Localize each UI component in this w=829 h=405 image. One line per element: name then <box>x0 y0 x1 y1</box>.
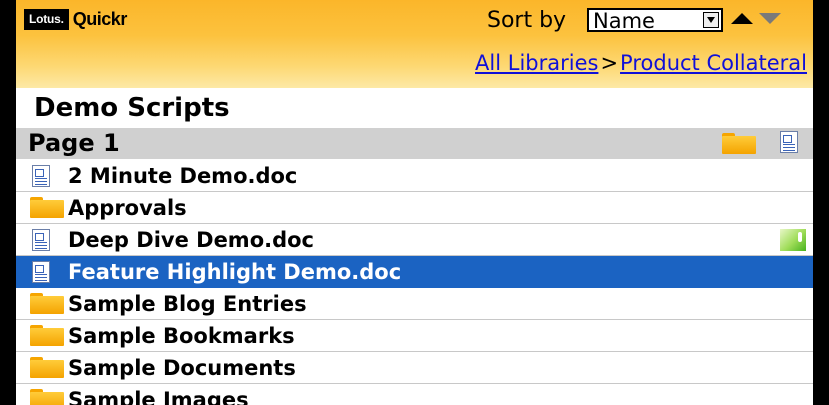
item-name: 2 Minute Demo.doc <box>68 164 298 188</box>
new-document-icon[interactable] <box>780 131 798 153</box>
new-folder-icon[interactable] <box>722 133 756 154</box>
item-name: Sample Documents <box>68 356 296 380</box>
breadcrumb-product-collateral[interactable]: Product Collateral <box>620 51 807 75</box>
breadcrumb-separator: > <box>600 51 619 75</box>
item-name: Approvals <box>68 196 187 220</box>
item-name: Sample Images <box>68 388 249 405</box>
page-title: Demo Scripts <box>34 93 230 123</box>
list-item-selected[interactable]: Feature Highlight Demo.doc <box>16 256 813 288</box>
chevron-down-icon[interactable] <box>703 12 719 28</box>
lotus-quickr-logo: Lotus. Quickr <box>24 8 127 30</box>
sort-value: Name <box>593 9 655 33</box>
breadcrumb-all-libraries[interactable]: All Libraries <box>475 51 598 75</box>
sort-descending-icon[interactable] <box>759 13 781 24</box>
header-bar: Lotus. Quickr Sort by Name All Libraries… <box>16 0 813 88</box>
folder-icon <box>30 357 64 378</box>
item-name: Deep Dive Demo.doc <box>68 228 315 252</box>
quickr-screen: Lotus. Quickr Sort by Name All Libraries… <box>16 0 813 405</box>
folder-icon <box>30 389 64 405</box>
sort-select[interactable]: Name <box>587 8 723 33</box>
checked-out-icon <box>780 229 806 251</box>
sort-ascending-icon[interactable] <box>731 13 753 24</box>
document-icon <box>30 229 50 251</box>
breadcrumb: All Libraries>Product Collateral <box>475 50 807 76</box>
list-item[interactable]: Sample Bookmarks <box>16 320 813 352</box>
item-name: Sample Blog Entries <box>68 292 307 316</box>
list-item[interactable]: Sample Images <box>16 384 813 405</box>
page-header-row: Page 1 <box>16 128 813 159</box>
folder-icon <box>30 197 64 218</box>
page-label: Page 1 <box>28 129 120 157</box>
logo-product: Quickr <box>72 8 128 29</box>
document-icon <box>30 261 50 283</box>
document-icon <box>30 165 50 187</box>
list-item[interactable]: 2 Minute Demo.doc <box>16 160 813 192</box>
file-list: 2 Minute Demo.doc Approvals Deep Dive De… <box>16 160 813 405</box>
item-name: Feature Highlight Demo.doc <box>68 260 402 284</box>
sort-label: Sort by <box>487 8 567 33</box>
folder-icon <box>30 325 64 346</box>
item-name: Sample Bookmarks <box>68 324 295 348</box>
list-item[interactable]: Sample Documents <box>16 352 813 384</box>
folder-icon <box>30 293 64 314</box>
list-item[interactable]: Approvals <box>16 192 813 224</box>
list-item[interactable]: Sample Blog Entries <box>16 288 813 320</box>
list-item[interactable]: Deep Dive Demo.doc <box>16 224 813 256</box>
logo-brand: Lotus. <box>24 8 69 30</box>
